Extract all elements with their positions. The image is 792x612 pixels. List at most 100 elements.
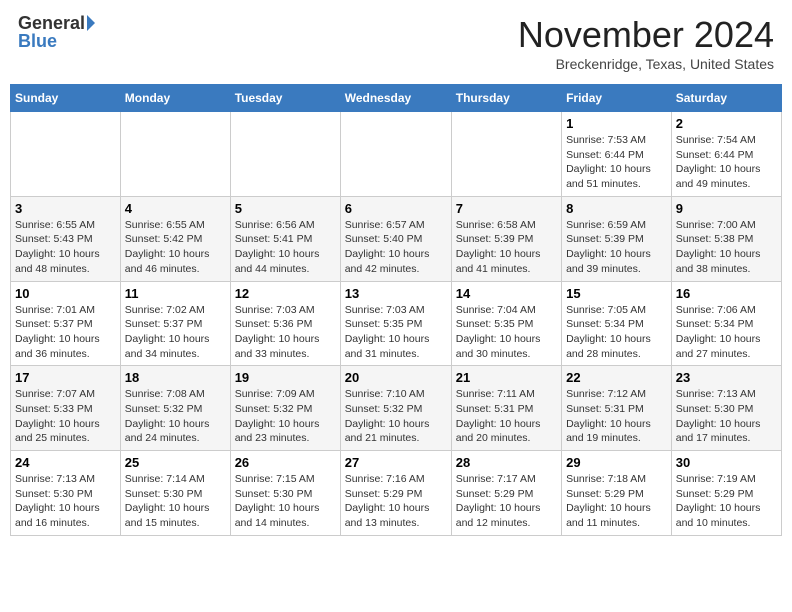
day-info: Sunrise: 6:55 AMSunset: 5:43 PMDaylight:… <box>15 218 116 277</box>
day-number: 20 <box>345 370 447 385</box>
calendar-table: SundayMondayTuesdayWednesdayThursdayFrid… <box>10 84 782 536</box>
logo-general: General <box>18 14 85 32</box>
week-row-3: 10 Sunrise: 7:01 AMSunset: 5:37 PMDayligh… <box>11 281 782 366</box>
calendar-cell <box>120 112 230 197</box>
day-info: Sunrise: 7:16 AMSunset: 5:29 PMDaylight:… <box>345 472 447 531</box>
day-info: Sunrise: 7:04 AMSunset: 5:35 PMDaylight:… <box>456 303 557 362</box>
day-number: 4 <box>125 201 226 216</box>
day-header-monday: Monday <box>120 85 230 112</box>
day-number: 22 <box>566 370 667 385</box>
calendar-cell: 4Sunrise: 6:55 AMSunset: 5:42 PMDaylight… <box>120 196 230 281</box>
day-info: Sunrise: 7:13 AMSunset: 5:30 PMDaylight:… <box>676 387 777 446</box>
calendar-cell: 17Sunrise: 7:07 AMSunset: 5:33 PMDayligh… <box>11 366 121 451</box>
day-number: 7 <box>456 201 557 216</box>
day-number: 28 <box>456 455 557 470</box>
day-info: Sunrise: 7:10 AMSunset: 5:32 PMDaylight:… <box>345 387 447 446</box>
day-header-tuesday: Tuesday <box>230 85 340 112</box>
day-info: Sunrise: 7:08 AMSunset: 5:32 PMDaylight:… <box>125 387 226 446</box>
day-number: 3 <box>15 201 116 216</box>
day-info: Sunrise: 7:11 AMSunset: 5:31 PMDaylight:… <box>456 387 557 446</box>
calendar-header: SundayMondayTuesdayWednesdayThursdayFrid… <box>11 85 782 112</box>
day-number: 12 <box>235 286 336 301</box>
logo: General Blue <box>18 14 95 50</box>
calendar-cell: 18Sunrise: 7:08 AMSunset: 5:32 PMDayligh… <box>120 366 230 451</box>
day-info: Sunrise: 7:15 AMSunset: 5:30 PMDaylight:… <box>235 472 336 531</box>
day-info: Sunrise: 7:53 AMSunset: 6:44 PMDaylight:… <box>566 133 667 192</box>
calendar-cell: 20 Sunrise: 7:10 AMSunset: 5:32 PMDayligh… <box>340 366 451 451</box>
week-row-2: 3 Sunrise: 6:55 AMSunset: 5:43 PMDaylight… <box>11 196 782 281</box>
day-number: 23 <box>676 370 777 385</box>
day-number: 19 <box>235 370 336 385</box>
calendar-cell <box>11 112 121 197</box>
day-info: Sunrise: 7:05 AMSunset: 5:34 PMDaylight:… <box>566 303 667 362</box>
day-info: Sunrise: 7:54 AMSunset: 6:44 PMDaylight:… <box>676 133 777 192</box>
day-header-thursday: Thursday <box>451 85 561 112</box>
calendar-cell: 24 Sunrise: 7:13 AMSunset: 5:30 PMDayligh… <box>11 451 121 536</box>
day-info: Sunrise: 6:56 AMSunset: 5:41 PMDaylight:… <box>235 218 336 277</box>
day-info: Sunrise: 6:58 AMSunset: 5:39 PMDaylight:… <box>456 218 557 277</box>
day-info: Sunrise: 6:57 AMSunset: 5:40 PMDaylight:… <box>345 218 447 277</box>
day-info: Sunrise: 7:19 AMSunset: 5:29 PMDaylight:… <box>676 472 777 531</box>
days-of-week-row: SundayMondayTuesdayWednesdayThursdayFrid… <box>11 85 782 112</box>
day-number: 30 <box>676 455 777 470</box>
calendar-cell: 23 Sunrise: 7:13 AMSunset: 5:30 PMDayligh… <box>671 366 781 451</box>
day-number: 10 <box>15 286 116 301</box>
calendar-cell <box>451 112 561 197</box>
week-row-1: 1Sunrise: 7:53 AMSunset: 6:44 PMDaylight… <box>11 112 782 197</box>
day-header-wednesday: Wednesday <box>340 85 451 112</box>
calendar-cell: 10 Sunrise: 7:01 AMSunset: 5:37 PMDayligh… <box>11 281 121 366</box>
day-info: Sunrise: 7:17 AMSunset: 5:29 PMDaylight:… <box>456 472 557 531</box>
calendar-cell: 7 Sunrise: 6:58 AMSunset: 5:39 PMDaylight… <box>451 196 561 281</box>
day-info: Sunrise: 7:07 AMSunset: 5:33 PMDaylight:… <box>15 387 116 446</box>
calendar-cell: 14 Sunrise: 7:04 AMSunset: 5:35 PMDayligh… <box>451 281 561 366</box>
day-number: 9 <box>676 201 777 216</box>
day-info: Sunrise: 7:00 AMSunset: 5:38 PMDaylight:… <box>676 218 777 277</box>
calendar-title: November 2024 <box>518 14 774 56</box>
day-number: 13 <box>345 286 447 301</box>
day-number: 14 <box>456 286 557 301</box>
day-number: 11 <box>125 286 226 301</box>
day-number: 24 <box>15 455 116 470</box>
calendar-cell <box>230 112 340 197</box>
day-number: 2 <box>676 116 777 131</box>
calendar-cell <box>340 112 451 197</box>
day-header-friday: Friday <box>562 85 672 112</box>
calendar-cell: 21 Sunrise: 7:11 AMSunset: 5:31 PMDayligh… <box>451 366 561 451</box>
day-number: 6 <box>345 201 447 216</box>
calendar-cell: 8Sunrise: 6:59 AMSunset: 5:39 PMDaylight… <box>562 196 672 281</box>
calendar-cell: 9 Sunrise: 7:00 AMSunset: 5:38 PMDaylight… <box>671 196 781 281</box>
day-info: Sunrise: 7:03 AMSunset: 5:36 PMDaylight:… <box>235 303 336 362</box>
day-number: 29 <box>566 455 667 470</box>
day-info: Sunrise: 7:13 AMSunset: 5:30 PMDaylight:… <box>15 472 116 531</box>
day-number: 21 <box>456 370 557 385</box>
day-info: Sunrise: 7:06 AMSunset: 5:34 PMDaylight:… <box>676 303 777 362</box>
day-info: Sunrise: 7:09 AMSunset: 5:32 PMDaylight:… <box>235 387 336 446</box>
day-number: 15 <box>566 286 667 301</box>
day-header-sunday: Sunday <box>11 85 121 112</box>
calendar-cell: 29 Sunrise: 7:18 AMSunset: 5:29 PMDayligh… <box>562 451 672 536</box>
calendar-cell: 25Sunrise: 7:14 AMSunset: 5:30 PMDayligh… <box>120 451 230 536</box>
calendar-cell: 2 Sunrise: 7:54 AMSunset: 6:44 PMDaylight… <box>671 112 781 197</box>
logo-blue: Blue <box>18 32 57 50</box>
calendar-cell: 26 Sunrise: 7:15 AMSunset: 5:30 PMDayligh… <box>230 451 340 536</box>
calendar-body: 1Sunrise: 7:53 AMSunset: 6:44 PMDaylight… <box>11 112 782 536</box>
calendar-cell: 3 Sunrise: 6:55 AMSunset: 5:43 PMDaylight… <box>11 196 121 281</box>
day-number: 16 <box>676 286 777 301</box>
calendar-cell: 27Sunrise: 7:16 AMSunset: 5:29 PMDayligh… <box>340 451 451 536</box>
calendar-cell: 15 Sunrise: 7:05 AMSunset: 5:34 PMDayligh… <box>562 281 672 366</box>
day-info: Sunrise: 7:03 AMSunset: 5:35 PMDaylight:… <box>345 303 447 362</box>
calendar-cell: 16 Sunrise: 7:06 AMSunset: 5:34 PMDayligh… <box>671 281 781 366</box>
day-info: Sunrise: 7:01 AMSunset: 5:37 PMDaylight:… <box>15 303 116 362</box>
day-info: Sunrise: 7:02 AMSunset: 5:37 PMDaylight:… <box>125 303 226 362</box>
logo-arrow-icon <box>87 15 95 31</box>
calendar-cell: 11 Sunrise: 7:02 AMSunset: 5:37 PMDayligh… <box>120 281 230 366</box>
day-number: 26 <box>235 455 336 470</box>
day-info: Sunrise: 7:12 AMSunset: 5:31 PMDaylight:… <box>566 387 667 446</box>
calendar-cell: 30 Sunrise: 7:19 AMSunset: 5:29 PMDayligh… <box>671 451 781 536</box>
title-area: November 2024 Breckenridge, Texas, Unite… <box>518 14 774 72</box>
calendar-subtitle: Breckenridge, Texas, United States <box>518 56 774 72</box>
day-number: 8 <box>566 201 667 216</box>
calendar-cell: 13 Sunrise: 7:03 AMSunset: 5:35 PMDayligh… <box>340 281 451 366</box>
day-header-saturday: Saturday <box>671 85 781 112</box>
day-info: Sunrise: 7:18 AMSunset: 5:29 PMDaylight:… <box>566 472 667 531</box>
